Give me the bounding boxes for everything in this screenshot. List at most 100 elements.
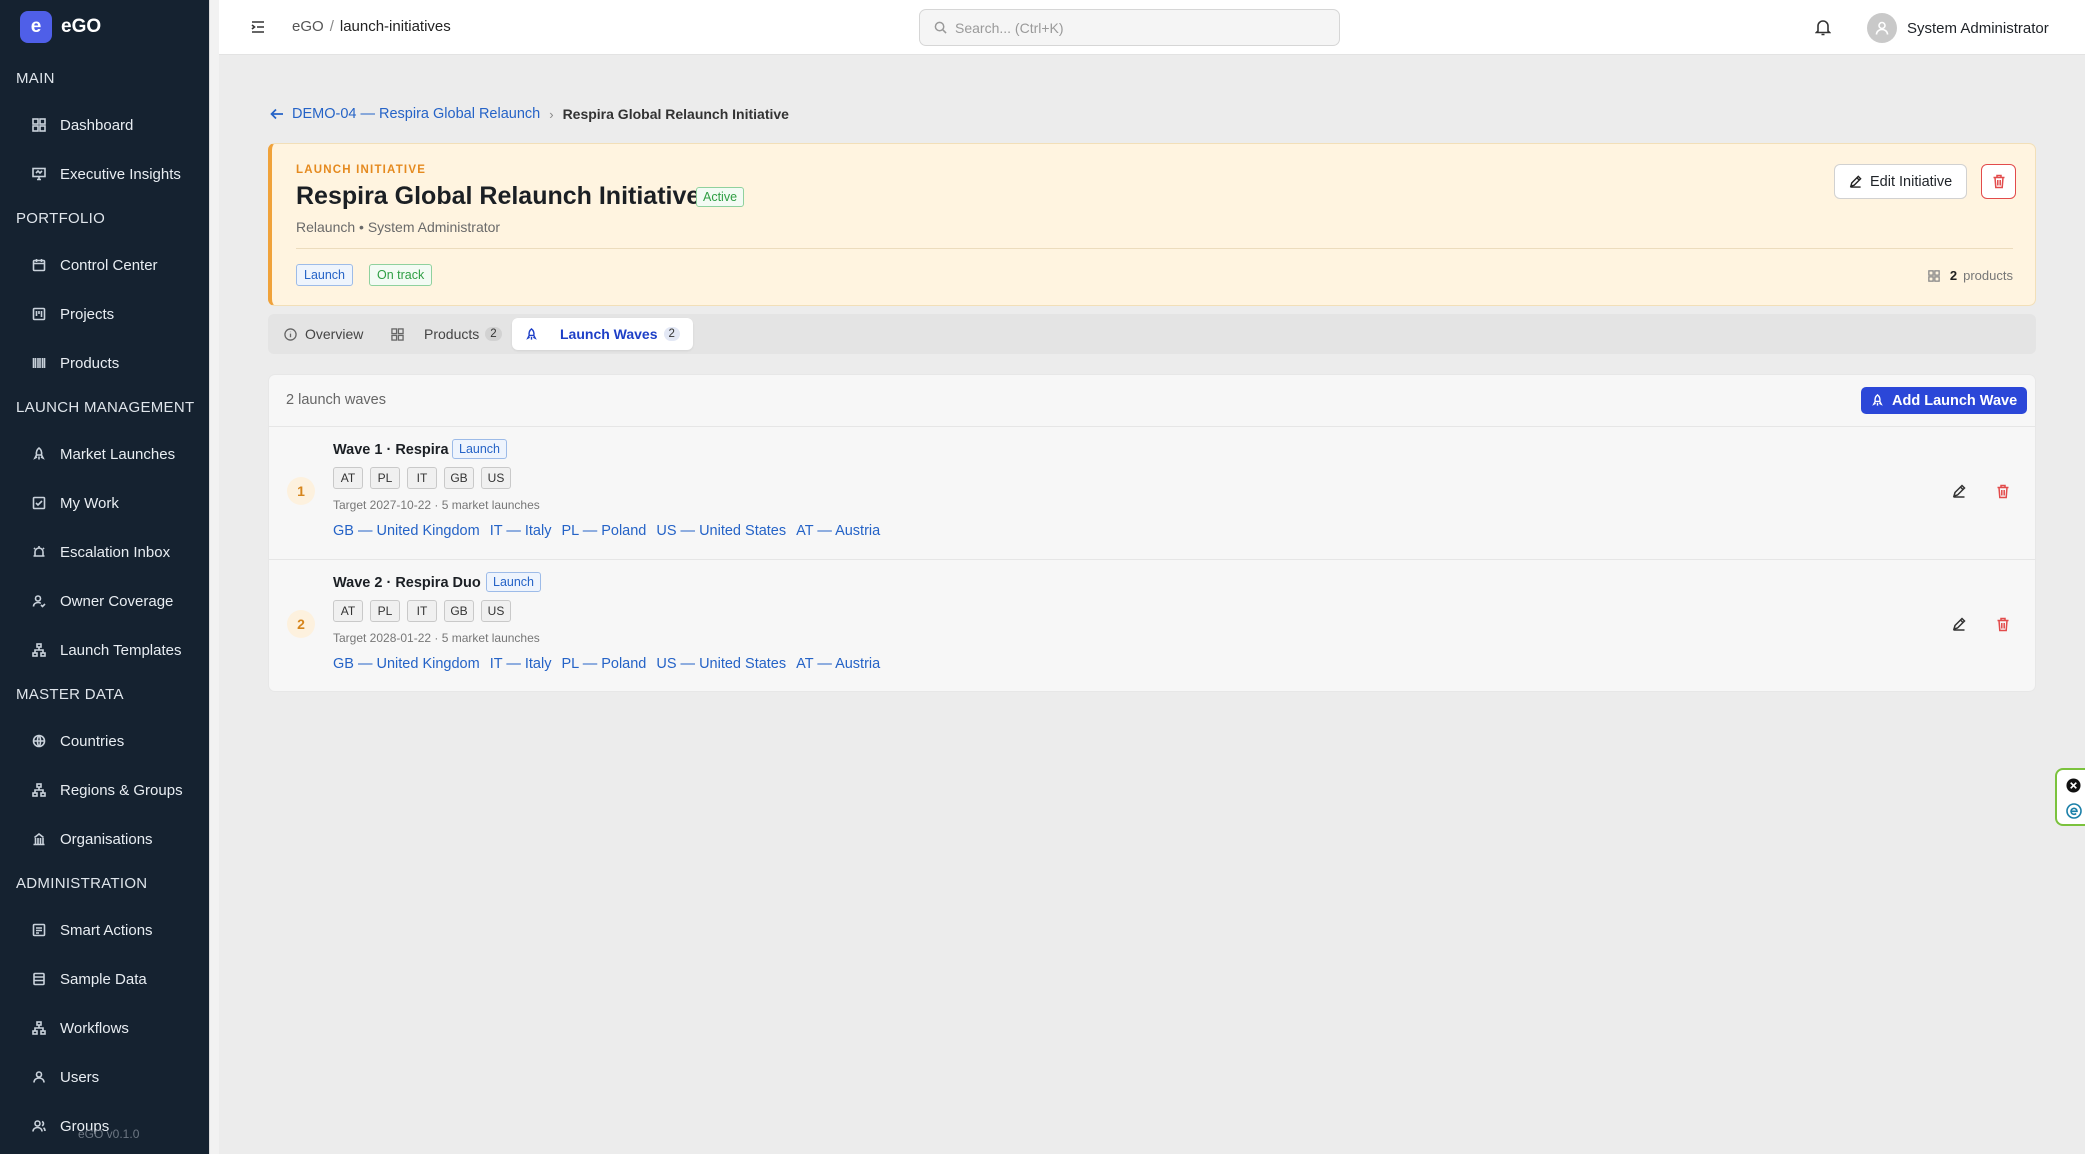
country-code: US xyxy=(481,467,511,489)
wave-row[interactable]: 1 Wave 1 · Respira Launch AT PL IT GB US… xyxy=(269,426,2035,559)
sidebar-item-label: Smart Actions xyxy=(60,921,153,939)
rocket-icon xyxy=(526,327,537,340)
workflow-icon xyxy=(32,643,46,657)
user-icon xyxy=(33,1071,45,1083)
wave-target: Target 2028-01-22 · 5 market launches xyxy=(333,631,540,645)
top-breadcrumb: eGO / launch-initiatives xyxy=(292,18,451,35)
user-menu[interactable]: System Administrator xyxy=(1867,13,2049,43)
top-breadcrumb-current: launch-initiatives xyxy=(339,18,451,35)
sidebar-item-escalation-inbox[interactable]: Escalation Inbox xyxy=(20,534,206,570)
sidebar-item-owner-coverage[interactable]: Owner Coverage xyxy=(20,583,206,619)
user-name: System Administrator xyxy=(1907,19,2049,37)
section-title-administration: ADMINISTRATION xyxy=(16,875,148,892)
sidebar-item-control-center[interactable]: Control Center xyxy=(20,247,206,283)
tab-launch-waves[interactable]: Launch Waves 2 xyxy=(512,318,693,350)
country-code: IT xyxy=(407,467,437,489)
app-logo: e xyxy=(20,11,52,43)
delete-wave-button[interactable] xyxy=(1996,484,2010,504)
menu-toggle-icon[interactable] xyxy=(249,18,267,36)
sidebar-item-my-work[interactable]: My Work xyxy=(20,485,206,521)
page-title: Respira Global Relaunch Initiative xyxy=(296,182,701,210)
sidebar-item-market-launches[interactable]: Market Launches xyxy=(20,436,206,472)
tab-label: Overview xyxy=(305,326,364,342)
sidebar-item-executive-insights[interactable]: Executive Insights xyxy=(20,156,206,192)
globe-icon xyxy=(32,734,46,748)
market-launch-link[interactable]: AT — Austria xyxy=(796,656,880,672)
search-input[interactable] xyxy=(955,19,1315,36)
avatar xyxy=(1867,13,1897,43)
market-launch-link[interactable]: GB — United Kingdom xyxy=(333,656,480,672)
tabs: Overview Products 2 Launch Waves 2 xyxy=(268,314,2036,354)
sidebar-item-dashboard[interactable]: Dashboard xyxy=(20,107,206,143)
market-launch-link[interactable]: GB — United Kingdom xyxy=(333,523,480,539)
user-icon xyxy=(1875,21,1889,35)
status-badge: Active xyxy=(696,187,745,207)
market-launch-link[interactable]: AT — Austria xyxy=(796,523,880,539)
sidebar-item-organisations[interactable]: Organisations xyxy=(20,821,206,857)
country-code: PL xyxy=(370,467,400,489)
sidebar-item-products[interactable]: Products xyxy=(20,345,206,381)
sidebar-scrollbar[interactable] xyxy=(209,0,219,1154)
back-link[interactable]: DEMO-04 — Respira Global Relaunch xyxy=(270,106,540,122)
sidebar-item-label: Sample Data xyxy=(60,970,147,988)
trash-icon xyxy=(1997,617,2009,632)
country-code: PL xyxy=(370,600,400,622)
market-launch-link[interactable]: US — United States xyxy=(656,656,786,672)
presentation-icon xyxy=(32,167,46,181)
wave-number: 2 xyxy=(287,610,315,638)
sidebar-item-sample-data[interactable]: Sample Data xyxy=(20,961,206,997)
edit-wave-button[interactable] xyxy=(1952,617,1966,636)
bell-icon[interactable] xyxy=(1814,18,1832,41)
sidebar-item-users[interactable]: Users xyxy=(20,1059,206,1095)
top-breadcrumb-root[interactable]: eGO xyxy=(292,18,324,35)
barcode-icon xyxy=(32,358,46,368)
market-launch-link[interactable]: IT — Italy xyxy=(490,656,552,672)
sidebar-item-label: Launch Templates xyxy=(60,641,182,659)
search-box[interactable] xyxy=(919,9,1340,46)
country-code: IT xyxy=(407,600,437,622)
market-launch-links: GB — United Kingdom IT — Italy PL — Pola… xyxy=(333,656,890,672)
tab-count: 2 xyxy=(485,327,502,341)
market-launch-link[interactable]: PL — Poland xyxy=(561,523,646,539)
top-breadcrumb-separator: / xyxy=(329,18,334,35)
calendar-icon xyxy=(32,259,46,272)
tab-overview[interactable]: Overview xyxy=(274,318,373,350)
delete-wave-button[interactable] xyxy=(1996,617,2010,637)
brand[interactable]: e eGO xyxy=(0,0,212,54)
app-name: eGO xyxy=(61,16,102,37)
tab-products[interactable]: Products 2 xyxy=(381,318,512,350)
wave-row[interactable]: 2 Wave 2 · Respira Duo Launch AT PL IT G… xyxy=(269,559,2035,692)
product-count-value: 2 xyxy=(1949,268,1958,283)
sidebar-item-regions-groups[interactable]: Regions & Groups xyxy=(20,772,206,808)
initiative-subtitle: Relaunch • System Administrator xyxy=(296,219,501,235)
edit-wave-button[interactable] xyxy=(1952,484,1966,503)
wave-target: Target 2027-10-22 · 5 market launches xyxy=(333,498,540,512)
sidebar-item-label: Escalation Inbox xyxy=(60,543,171,561)
sidebar-item-smart-actions[interactable]: Smart Actions xyxy=(20,912,206,948)
health-tag: On track xyxy=(369,264,433,286)
section-title-main: MAIN xyxy=(16,70,55,87)
market-launch-link[interactable]: IT — Italy xyxy=(490,523,552,539)
sidebar-item-countries[interactable]: Countries xyxy=(20,723,206,759)
workflow-icon xyxy=(32,1021,46,1035)
country-code: AT xyxy=(333,467,363,489)
product-count-label: products xyxy=(1963,268,2013,283)
edit-initiative-button[interactable]: Edit Initiative xyxy=(1834,164,1968,199)
tab-label: Launch Waves xyxy=(560,326,658,342)
type-tag: Launch xyxy=(296,264,354,286)
sidebar-item-workflows[interactable]: Workflows xyxy=(20,1010,206,1046)
assistant-logo-icon[interactable] xyxy=(2066,803,2082,824)
country-code: GB xyxy=(444,467,474,489)
sidebar-item-label: Organisations xyxy=(60,830,153,848)
close-icon[interactable] xyxy=(2066,778,2081,798)
section-title-master-data: MASTER DATA xyxy=(16,686,124,703)
assistant-widget[interactable] xyxy=(2055,768,2085,826)
wave-type-tag: Launch xyxy=(452,439,508,459)
add-launch-wave-button[interactable]: Add Launch Wave xyxy=(1861,387,2028,414)
sidebar-item-projects[interactable]: Projects xyxy=(20,296,206,332)
market-launch-link[interactable]: PL — Poland xyxy=(561,656,646,672)
delete-initiative-button[interactable] xyxy=(1981,164,2016,199)
sidebar-item-label: Products xyxy=(60,354,120,372)
sidebar-item-launch-templates[interactable]: Launch Templates xyxy=(20,632,206,668)
market-launch-link[interactable]: US — United States xyxy=(656,523,786,539)
